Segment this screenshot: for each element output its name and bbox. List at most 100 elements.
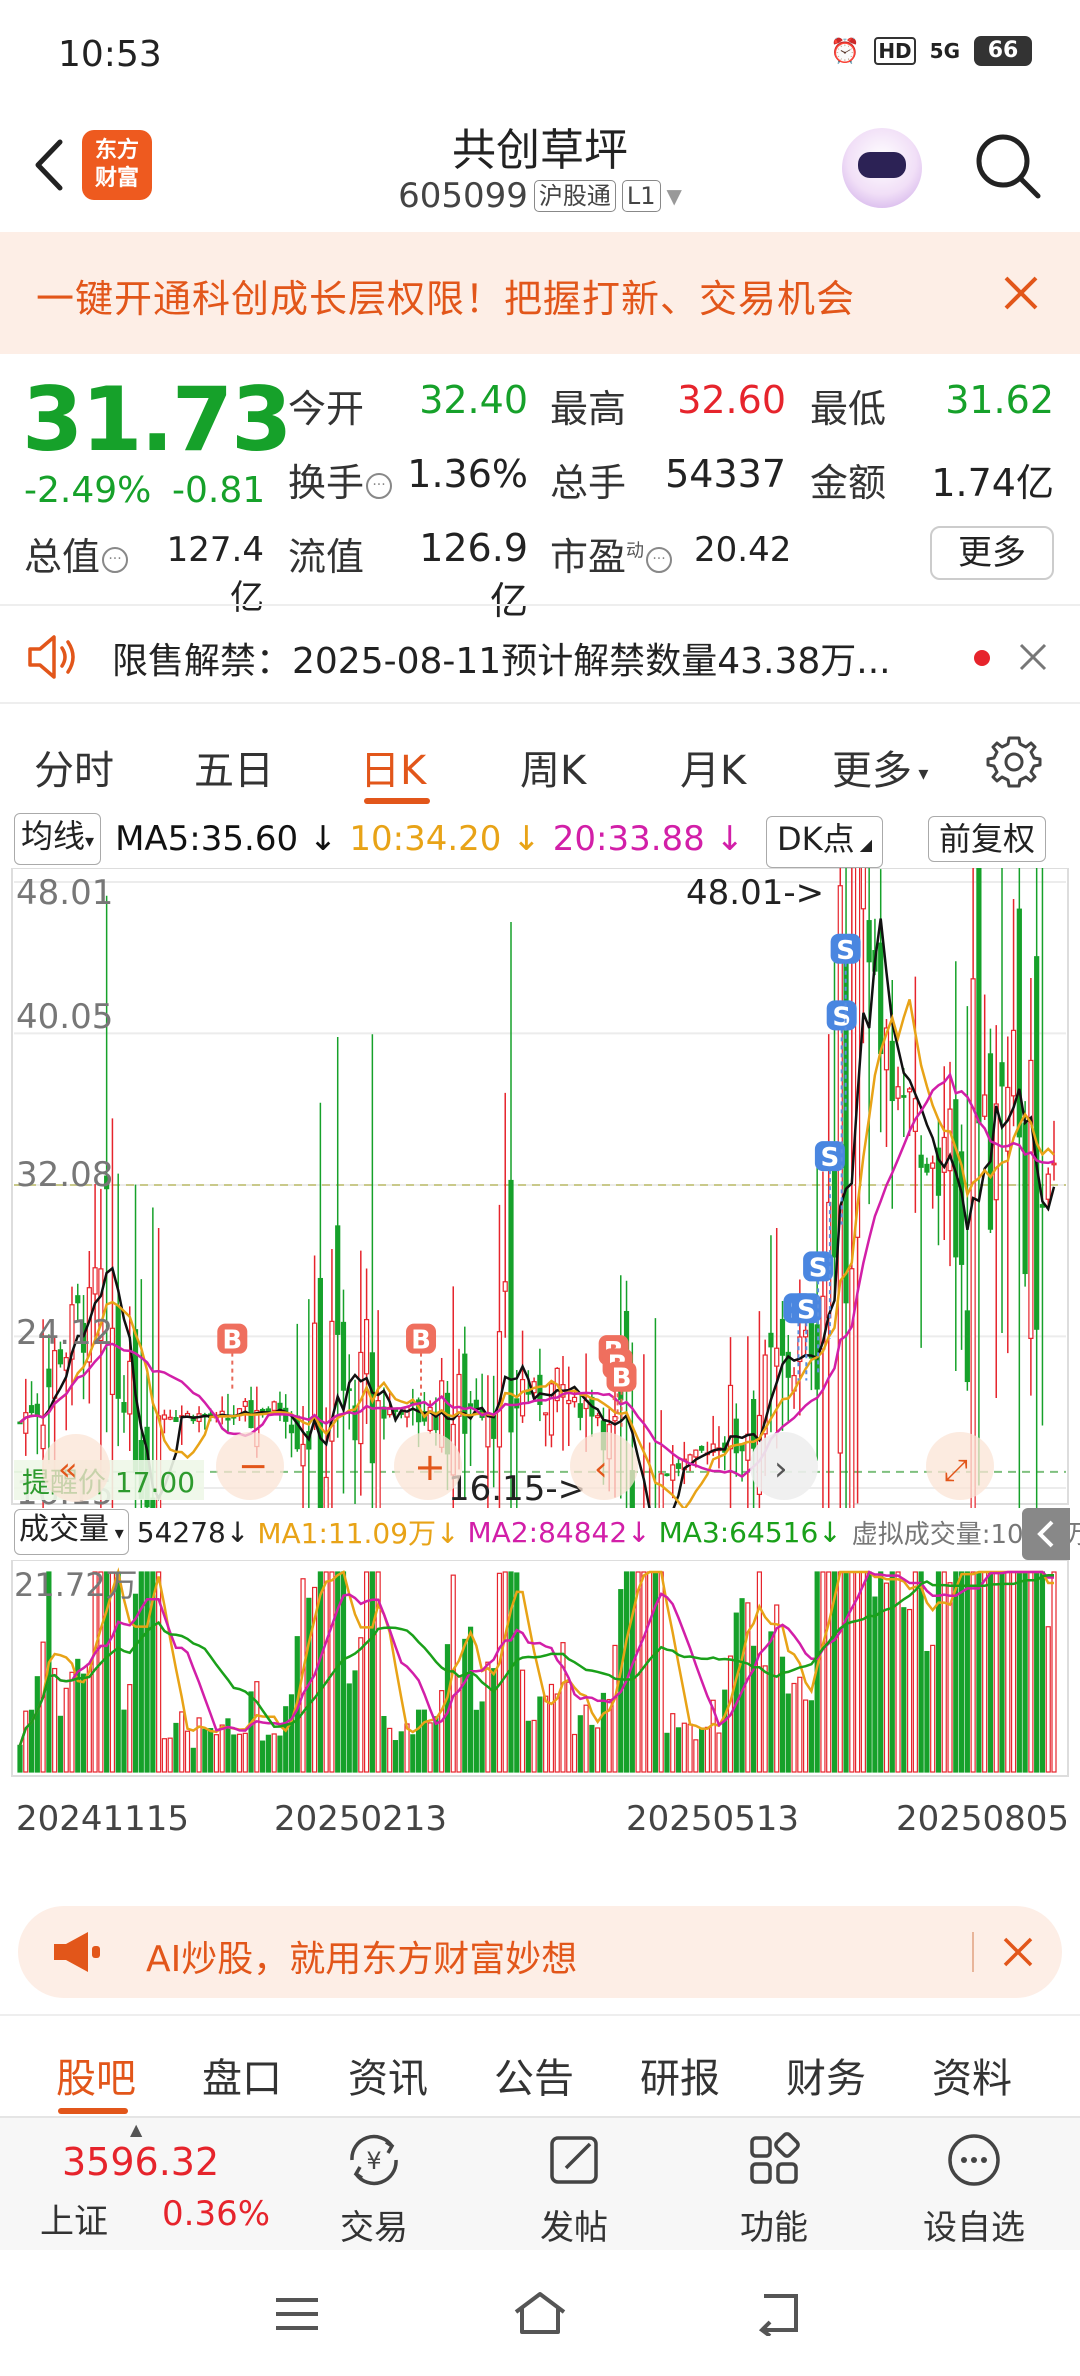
eastmoney-logo[interactable]: 东方 财富 <box>82 130 152 200</box>
close-icon[interactable] <box>1000 1934 1036 1970</box>
volume-bar <box>918 1571 924 1773</box>
stock-code-row[interactable]: 605099 沪股通 L1 ▼ <box>360 176 720 216</box>
sell-marker: S <box>821 1143 840 1173</box>
search-icon[interactable] <box>970 128 1046 204</box>
dk-point-button[interactable]: DK点 ◢ <box>766 816 884 868</box>
candle-body <box>976 868 982 1124</box>
tab-guba[interactable]: 股吧 <box>56 2046 136 2104</box>
info-icon[interactable]: ··· <box>646 546 673 573</box>
volume-bar <box>485 1661 491 1773</box>
volume-bar <box>381 1716 387 1773</box>
candle-body <box>317 1277 323 1508</box>
volume-bar <box>467 1626 474 1773</box>
candlestick-chart[interactable]: BBBBBSSSSSS 48.01 40.05 32.08 24.12 16.1… <box>0 868 1080 1508</box>
menu-icon[interactable] <box>272 2294 322 2334</box>
robot-assistant-icon[interactable] <box>842 128 922 208</box>
ma-toggle-button[interactable]: 均线▾ <box>14 813 102 865</box>
volume-bar <box>595 1727 601 1773</box>
tab-announcements[interactable]: 公告 <box>494 2046 574 2104</box>
dropdown-icon: ▾ <box>85 831 95 852</box>
tab-daily-k[interactable]: 日K <box>360 738 426 796</box>
home-icon[interactable] <box>510 2288 570 2338</box>
index-ticker[interactable]: ▲ 3596.32 上证 0.36% <box>0 2118 290 2252</box>
sell-marker: S <box>836 936 855 966</box>
candle-body <box>52 1350 58 1399</box>
trade-icon: ¥ <box>350 2134 398 2186</box>
candle-body <box>34 1403 40 1416</box>
add-watchlist-button[interactable]: 设自选 <box>914 2128 1034 2249</box>
trade-button[interactable]: ¥ 交易 <box>314 2128 434 2249</box>
volume-bar <box>167 1737 173 1773</box>
notice-bar[interactable]: 限售解禁：2025-08-11预计解禁数量43.38万... <box>0 604 1080 704</box>
volume-bar <box>970 1571 976 1773</box>
adjust-button[interactable]: 前复权 <box>928 816 1047 862</box>
ma10-label: 10:34.20 ↓ <box>349 819 541 859</box>
volume-bar <box>901 1607 907 1773</box>
amount-label: 金额 <box>810 461 887 505</box>
gear-icon[interactable] <box>986 734 1042 790</box>
logo-line2: 财富 <box>94 166 139 191</box>
status-time: 10:53 <box>58 34 162 75</box>
functions-button[interactable]: 功能 <box>714 2128 834 2249</box>
info-icon[interactable]: ··· <box>366 472 393 499</box>
volume-bar <box>1016 1571 1022 1773</box>
tab-news[interactable]: 资讯 <box>348 2046 428 2104</box>
tab-pankou[interactable]: 盘口 <box>202 2046 282 2104</box>
volume-bar <box>664 1732 670 1773</box>
promo-banner[interactable]: 一键开通科创成长层权限！把握打新、交易机会 <box>0 232 1080 354</box>
collapse-panel-button[interactable] <box>1022 1508 1070 1560</box>
volume-bar <box>843 1571 849 1773</box>
divider <box>972 1932 974 1972</box>
volume-bar <box>525 1720 531 1773</box>
candle-body <box>658 1473 664 1508</box>
volume-bar <box>722 1689 728 1773</box>
volume-bar <box>40 1641 46 1773</box>
candle-body <box>699 1445 705 1451</box>
megaphone-icon <box>54 1932 100 1972</box>
tab-research[interactable]: 研报 <box>640 2046 720 2104</box>
tab-more[interactable]: 更多 ▾ <box>832 738 928 796</box>
candle-body <box>456 1373 462 1417</box>
tab-profile[interactable]: 资料 <box>932 2046 1012 2104</box>
close-icon[interactable] <box>1016 640 1050 674</box>
candle-body <box>288 1424 295 1434</box>
volume-bar <box>369 1571 375 1773</box>
post-button[interactable]: 发帖 <box>514 2128 634 2249</box>
candle-body <box>779 1318 786 1356</box>
open-value: 32.40 <box>419 378 528 422</box>
volume-bar <box>496 1572 503 1773</box>
sell-marker: S <box>797 1295 816 1325</box>
volume-bar <box>427 1722 433 1773</box>
volume-chart[interactable]: 21.72万 20241115 20250213 20250513 202508… <box>0 1560 1080 1836</box>
index-name: 上证 <box>40 2202 108 2242</box>
tab-weekly-k[interactable]: 周K <box>520 738 586 796</box>
chevron-left-icon: ‹ <box>594 1449 608 1489</box>
candle-body <box>918 1154 924 1168</box>
candle-body <box>352 1405 358 1441</box>
candle-body <box>323 1476 329 1508</box>
volume-bar <box>785 1693 791 1773</box>
y-tick-40-05: 40.05 <box>16 997 113 1037</box>
candle-body <box>491 1414 497 1439</box>
speaker-icon <box>28 635 75 679</box>
y-tick-32-08: 32.08 <box>16 1155 113 1195</box>
info-icon[interactable]: ··· <box>102 546 129 573</box>
more-button[interactable]: 更多 <box>930 526 1054 580</box>
volume-toggle-button[interactable]: 成交量 ▾ <box>14 1509 129 1555</box>
volume-bar <box>670 1713 676 1773</box>
tab-5day[interactable]: 五日 <box>194 738 274 796</box>
back-icon[interactable] <box>20 130 80 200</box>
tab-intraday[interactable]: 分时 <box>34 738 114 796</box>
tab-finance[interactable]: 财务 <box>786 2046 866 2104</box>
volume-bar <box>392 1740 399 1773</box>
tab-monthly-k[interactable]: 月K <box>680 738 746 796</box>
volume-bar <box>190 1747 196 1773</box>
volume-bar <box>283 1706 289 1773</box>
ai-promo-banner[interactable]: AI炒股，就用东方财富妙想 <box>18 1906 1062 1998</box>
volume-bar <box>554 1693 560 1773</box>
caret-up-icon: ▲ <box>130 2120 143 2139</box>
close-icon[interactable] <box>998 270 1044 316</box>
back-nav-icon[interactable] <box>752 2290 802 2336</box>
candle-body <box>1045 1173 1051 1200</box>
volume-value: 54337 <box>665 452 786 496</box>
